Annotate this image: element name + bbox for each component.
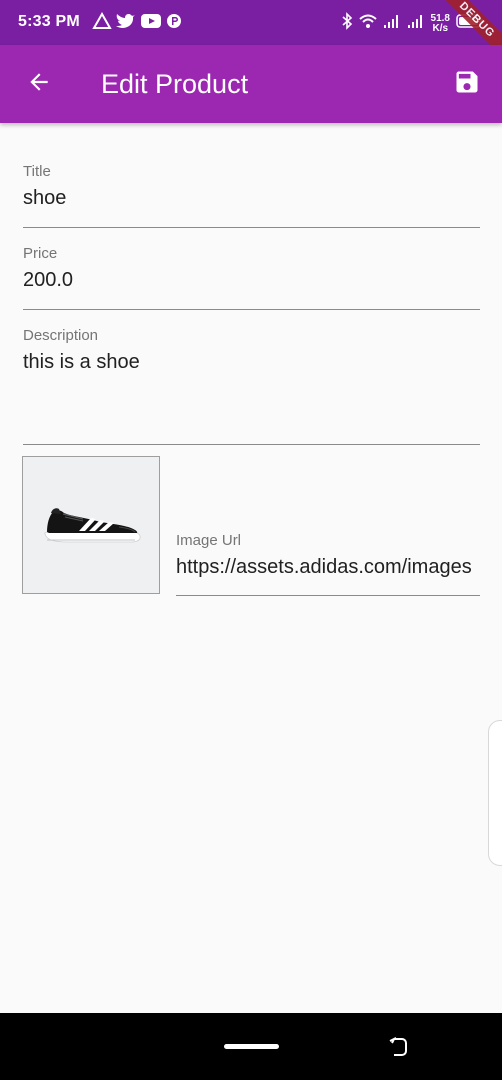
wifi-icon [358,13,377,34]
app-bar: Edit Product [0,45,502,123]
image-preview [22,456,160,594]
image-url-label: Image Url [176,532,242,549]
status-time: 5:33 PM [18,13,80,30]
price-field[interactable]: Price 200.0 [23,245,480,310]
home-gesture-pill[interactable] [224,1044,279,1049]
image-url-input[interactable]: https://assets.adidas.com/images [176,554,480,580]
description-input[interactable]: this is a shoe [23,349,480,375]
shoe-image [44,508,141,543]
price-label: Price [23,245,58,262]
bluetooth-icon [341,12,353,35]
title-field[interactable]: Title shoe [23,163,480,228]
arrow-left-icon [26,69,52,100]
image-url-field[interactable]: Image Url https://assets.adidas.com/imag… [176,532,480,596]
net-speed-unit: K/s [432,22,449,34]
description-field[interactable]: Description this is a shoe [23,327,480,445]
description-label: Description [23,327,99,344]
drive-icon [92,12,112,30]
net-speed: 51.8 K/s [431,13,450,34]
rotate-icon[interactable] [386,1035,410,1059]
price-input[interactable]: 200.0 [23,267,480,293]
title-label: Title [23,163,51,180]
notification-icons [92,12,182,30]
floppy-save-icon [453,68,481,101]
signal-icon-sim2 [407,13,425,34]
back-button[interactable] [22,67,56,101]
signal-icon-sim1 [383,13,401,34]
paytm-icon [166,12,182,30]
youtube-icon [140,12,162,30]
navigation-bar [0,1013,502,1080]
save-button[interactable] [450,67,484,101]
page-title: Edit Product [101,69,249,99]
edge-panel-handle[interactable] [488,720,502,866]
title-input[interactable]: shoe [23,185,480,211]
twitter-icon [116,12,136,30]
status-bar: 5:33 PM 51.8 K/s DEBUG [0,0,502,65]
